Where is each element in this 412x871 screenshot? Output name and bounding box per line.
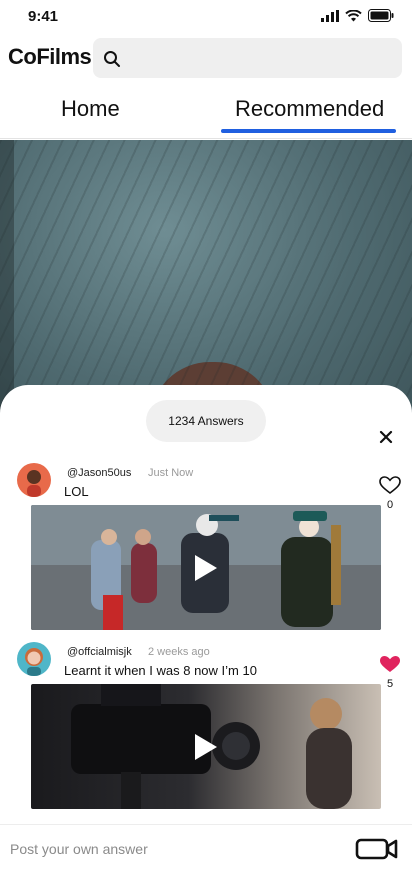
search-box[interactable]: [93, 38, 402, 78]
avatar[interactable]: [17, 463, 51, 497]
battery-icon: [368, 9, 394, 22]
answer-handle[interactable]: @Jason50us: [67, 467, 131, 479]
status-icons: [321, 9, 394, 22]
answers-sheet: 1234 Answers @Jason50us Just Now LOL 0 @…: [0, 385, 412, 870]
heart-filled-icon[interactable]: [378, 654, 402, 674]
answer-text: LOL: [64, 484, 89, 499]
signal-icon: [321, 9, 339, 22]
play-icon[interactable]: [191, 553, 219, 583]
status-bar: 9:41: [0, 0, 412, 34]
top-bar: CoFilms: [0, 34, 412, 84]
answer-video-thumbnail[interactable]: [31, 684, 381, 809]
app-logo[interactable]: CoFilms: [8, 44, 92, 70]
tab-bar: Home Recommended: [0, 86, 412, 139]
heart-outline-icon[interactable]: [378, 475, 402, 495]
tab-home[interactable]: Home: [61, 96, 120, 122]
like-count: 5: [386, 678, 394, 690]
answer-input[interactable]: [8, 837, 332, 861]
answer-handle[interactable]: @offcialmisjk: [67, 646, 132, 658]
close-icon[interactable]: [376, 427, 396, 447]
search-icon[interactable]: [103, 50, 121, 68]
compose-bar: [0, 824, 412, 871]
answer-time: 2 weeks ago: [148, 646, 210, 658]
avatar[interactable]: [17, 642, 51, 676]
answer-video-thumbnail[interactable]: [31, 505, 381, 630]
search-input[interactable]: [129, 47, 393, 71]
play-icon[interactable]: [191, 732, 219, 762]
answer-text: Learnt it when I was 8 now I’m 10: [64, 663, 257, 678]
wifi-icon: [345, 9, 362, 21]
like-count: 0: [386, 499, 394, 511]
answers-count-pill[interactable]: 1234 Answers: [146, 400, 266, 442]
answer-time: Just Now: [148, 467, 194, 479]
tab-active-indicator: [221, 129, 396, 133]
status-time: 9:41: [28, 8, 59, 25]
video-camera-icon[interactable]: [355, 837, 399, 861]
tab-recommended[interactable]: Recommended: [235, 96, 384, 122]
